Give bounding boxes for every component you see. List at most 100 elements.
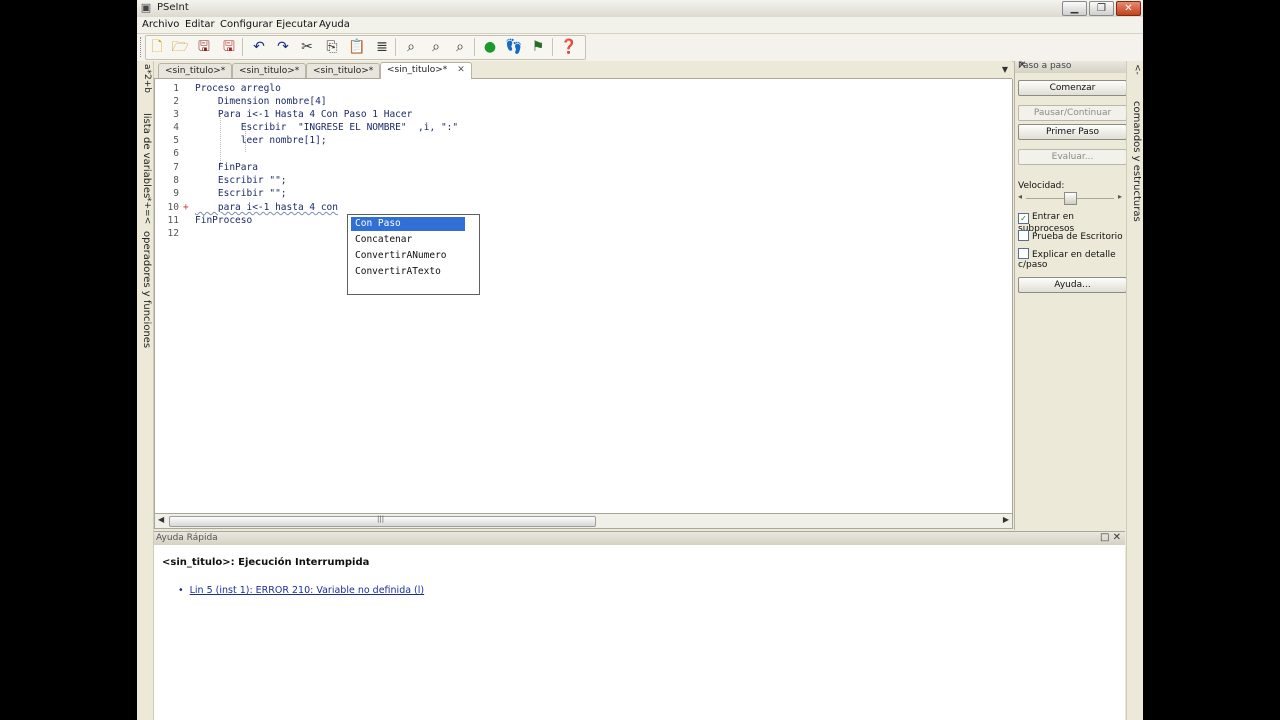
checkbox-explicar-detalle[interactable]: Explicar en detalle c/paso [1018, 248, 1126, 270]
code-line: 7 FinPara [173, 162, 258, 173]
evaluar-button[interactable]: Evaluar... [1018, 149, 1127, 165]
autocomplete-item[interactable]: ConvertirANumero [351, 249, 465, 263]
panel-header: Paso a paso ✕ [1015, 60, 1126, 73]
autocomplete-item[interactable]: Concatenar [351, 233, 465, 247]
tab-label: <sin_titulo>* [387, 65, 448, 75]
menu-configurar[interactable]: Configurar [220, 19, 273, 30]
scroll-left-icon[interactable]: ◀ [158, 515, 164, 524]
code-line-current: 10 + para i<-1 hasta 4 con [167, 202, 338, 213]
slider-right-icon[interactable]: ▸ [1118, 192, 1122, 201]
tab-list-dropdown-icon[interactable]: ▼ [1002, 65, 1008, 74]
assignment-symbol-icon: <- [1132, 64, 1142, 75]
toolbar: 🗋 🗁 🖫 🖫 ↶ ↷ ✂ ⎘ 📋 ≣ ⌕ ⌕ ⌕ ● 👣 ⚑ ❓ [137, 34, 1143, 62]
menu-editar[interactable]: Editar [185, 19, 215, 30]
pseint-window: ▣ PSeInt ▁ ❐ ✕ Archivo Editar Configurar… [137, 0, 1143, 720]
debug-icon[interactable]: ⚑ [528, 37, 548, 57]
tab-sin-titulo-2[interactable]: <sin_titulo>* [232, 63, 307, 78]
menu-ejecutar[interactable]: Ejecutar [276, 19, 317, 30]
maximize-button[interactable]: ❐ [1089, 1, 1114, 16]
autocomplete-item[interactable]: Con Paso [351, 217, 465, 231]
menu-archivo[interactable]: Archivo [142, 19, 179, 30]
save-icon[interactable]: 🖫 [194, 37, 214, 57]
checkbox-entrar-subprocesos[interactable]: ✓ Entrar en subprocesos [1018, 212, 1126, 234]
run-icon[interactable]: ● [480, 37, 500, 57]
code-line: 4 Escribir "INGRESE EL NOMBRE" ,i, ":" [173, 122, 459, 133]
toolbar-separator [242, 38, 243, 56]
ayuda-button[interactable]: Ayuda... [1018, 277, 1127, 293]
code-line: 1 Proceso arreglo [173, 83, 281, 94]
search-icon[interactable]: ⌕ [401, 37, 421, 57]
close-panel-icon[interactable]: ✕ [1018, 60, 1123, 71]
redo-icon[interactable]: ↷ [273, 37, 293, 57]
menu-bar: Archivo Editar Configurar Ejecutar Ayuda [137, 17, 1143, 34]
bullet-icon: • [178, 585, 184, 596]
primer-paso-button[interactable]: Primer Paso [1018, 124, 1127, 140]
code-line: 2 Dimension nombre[4] [173, 96, 327, 107]
toolbar-grip[interactable] [140, 37, 144, 57]
copy-icon[interactable]: ⎘ [322, 37, 342, 57]
checkbox-checked-icon[interactable]: ✓ [1018, 213, 1029, 224]
code-editor[interactable]: 1 Proceso arreglo 2 Dimension nombre[4] 3… [154, 79, 1013, 513]
checkbox-icon[interactable] [1018, 248, 1029, 259]
code-line: 9 Escribir ""; [173, 188, 287, 199]
code-line: 3 Para i<-1 Hasta 4 Con Paso 1 Hacer [173, 109, 413, 120]
window-title: PSeInt [157, 2, 189, 13]
window-controls: ▁ ❐ ✕ [1062, 1, 1141, 16]
cut-icon[interactable]: ✂ [297, 37, 317, 57]
help-panel-title: Ayuda Rápida [156, 533, 218, 543]
minimize-button[interactable]: ▁ [1062, 1, 1087, 16]
tab-sin-titulo-3[interactable]: <sin_titulo>* [306, 63, 381, 78]
variables-symbol-icon: a*2+b [142, 64, 152, 93]
find-next-icon[interactable]: ⌕ [450, 37, 470, 57]
tab-comandos-y-estructuras[interactable]: comandos y estructuras [1128, 101, 1142, 222]
help-panel-controls-icon[interactable]: □ ✕ [1100, 532, 1121, 543]
comenzar-button[interactable]: Comenzar [1018, 80, 1127, 96]
close-button[interactable]: ✕ [1116, 1, 1141, 16]
toolbar-separator [474, 38, 475, 56]
code-line: 12 [167, 228, 179, 239]
close-tab-icon[interactable]: ✕ [457, 65, 465, 75]
indent-icon[interactable]: ≣ [372, 37, 392, 57]
menu-ayuda[interactable]: Ayuda [319, 19, 350, 30]
error-link[interactable]: Lin 5 (inst 1): ERROR 210: Variable no d… [190, 585, 425, 596]
tab-lista-de-variables[interactable]: lista de variables [138, 113, 152, 198]
operators-symbol-icon: *+=< [142, 197, 152, 225]
step-by-step-icon[interactable]: 👣 [504, 37, 524, 57]
horizontal-scrollbar[interactable]: ◀ ||| ▶ [154, 513, 1013, 529]
quick-help-panel: Ayuda Rápida □ ✕ <sin_titulo>: Ejecución… [154, 531, 1125, 720]
checkbox-prueba-escritorio[interactable]: Prueba de Escritorio [1018, 230, 1123, 242]
help-icon[interactable]: ❓ [559, 37, 579, 57]
checkbox-icon[interactable] [1018, 230, 1029, 241]
find-previous-icon[interactable]: ⌕ [426, 37, 446, 57]
slider-knob[interactable] [1064, 192, 1077, 205]
scroll-grip-icon: ||| [377, 515, 385, 523]
tab-sin-titulo-active[interactable]: <sin_titulo>* ✕ [380, 62, 472, 79]
autocomplete-item[interactable]: ConvertirATexto [351, 265, 465, 279]
undo-icon[interactable]: ↶ [249, 37, 269, 57]
save-as-icon[interactable]: 🖫 [219, 37, 239, 57]
tab-sin-titulo-1[interactable]: <sin_titulo>* [158, 63, 233, 78]
slider-left-icon[interactable]: ◂ [1018, 192, 1022, 201]
code-line: 6 [173, 148, 179, 159]
title-bar: ▣ PSeInt ▁ ❐ ✕ [137, 0, 1143, 18]
code-line: 8 Escribir ""; [173, 175, 287, 186]
velocidad-slider[interactable]: ◂ ▸ [1018, 192, 1122, 205]
tab-operadores-y-funciones[interactable]: operadores y funciones [138, 231, 152, 348]
scroll-thumb[interactable]: ||| [169, 515, 596, 527]
line-change-marker: + [183, 202, 189, 213]
toolbar-separator [552, 38, 553, 56]
open-folder-icon[interactable]: 🗁 [170, 37, 190, 57]
error-list-item: • Lin 5 (inst 1): ERROR 210: Variable no … [178, 585, 424, 596]
scroll-right-icon[interactable]: ▶ [1003, 515, 1009, 524]
help-heading: <sin_titulo>: Ejecución Interrumpida [162, 557, 370, 568]
code-line: 11 FinProceso [167, 215, 253, 226]
pausar-continuar-button[interactable]: Pausar/Continuar [1018, 105, 1127, 121]
step-by-step-panel: Paso a paso ✕ Comenzar Pausar/Continuar … [1014, 60, 1127, 530]
paste-icon[interactable]: 📋 [347, 37, 367, 57]
toolbar-separator [395, 38, 396, 56]
code-line: 5 leer nombre[1]; [173, 135, 327, 146]
autocomplete-popup: Con Paso Concatenar ConvertirANumero Con… [347, 214, 480, 295]
new-file-icon[interactable]: 🗋 [147, 37, 167, 57]
help-panel-header: Ayuda Rápida □ ✕ [154, 532, 1125, 545]
file-tab-strip: <sin_titulo>* <sin_titulo>* <sin_titulo>… [154, 61, 1012, 79]
